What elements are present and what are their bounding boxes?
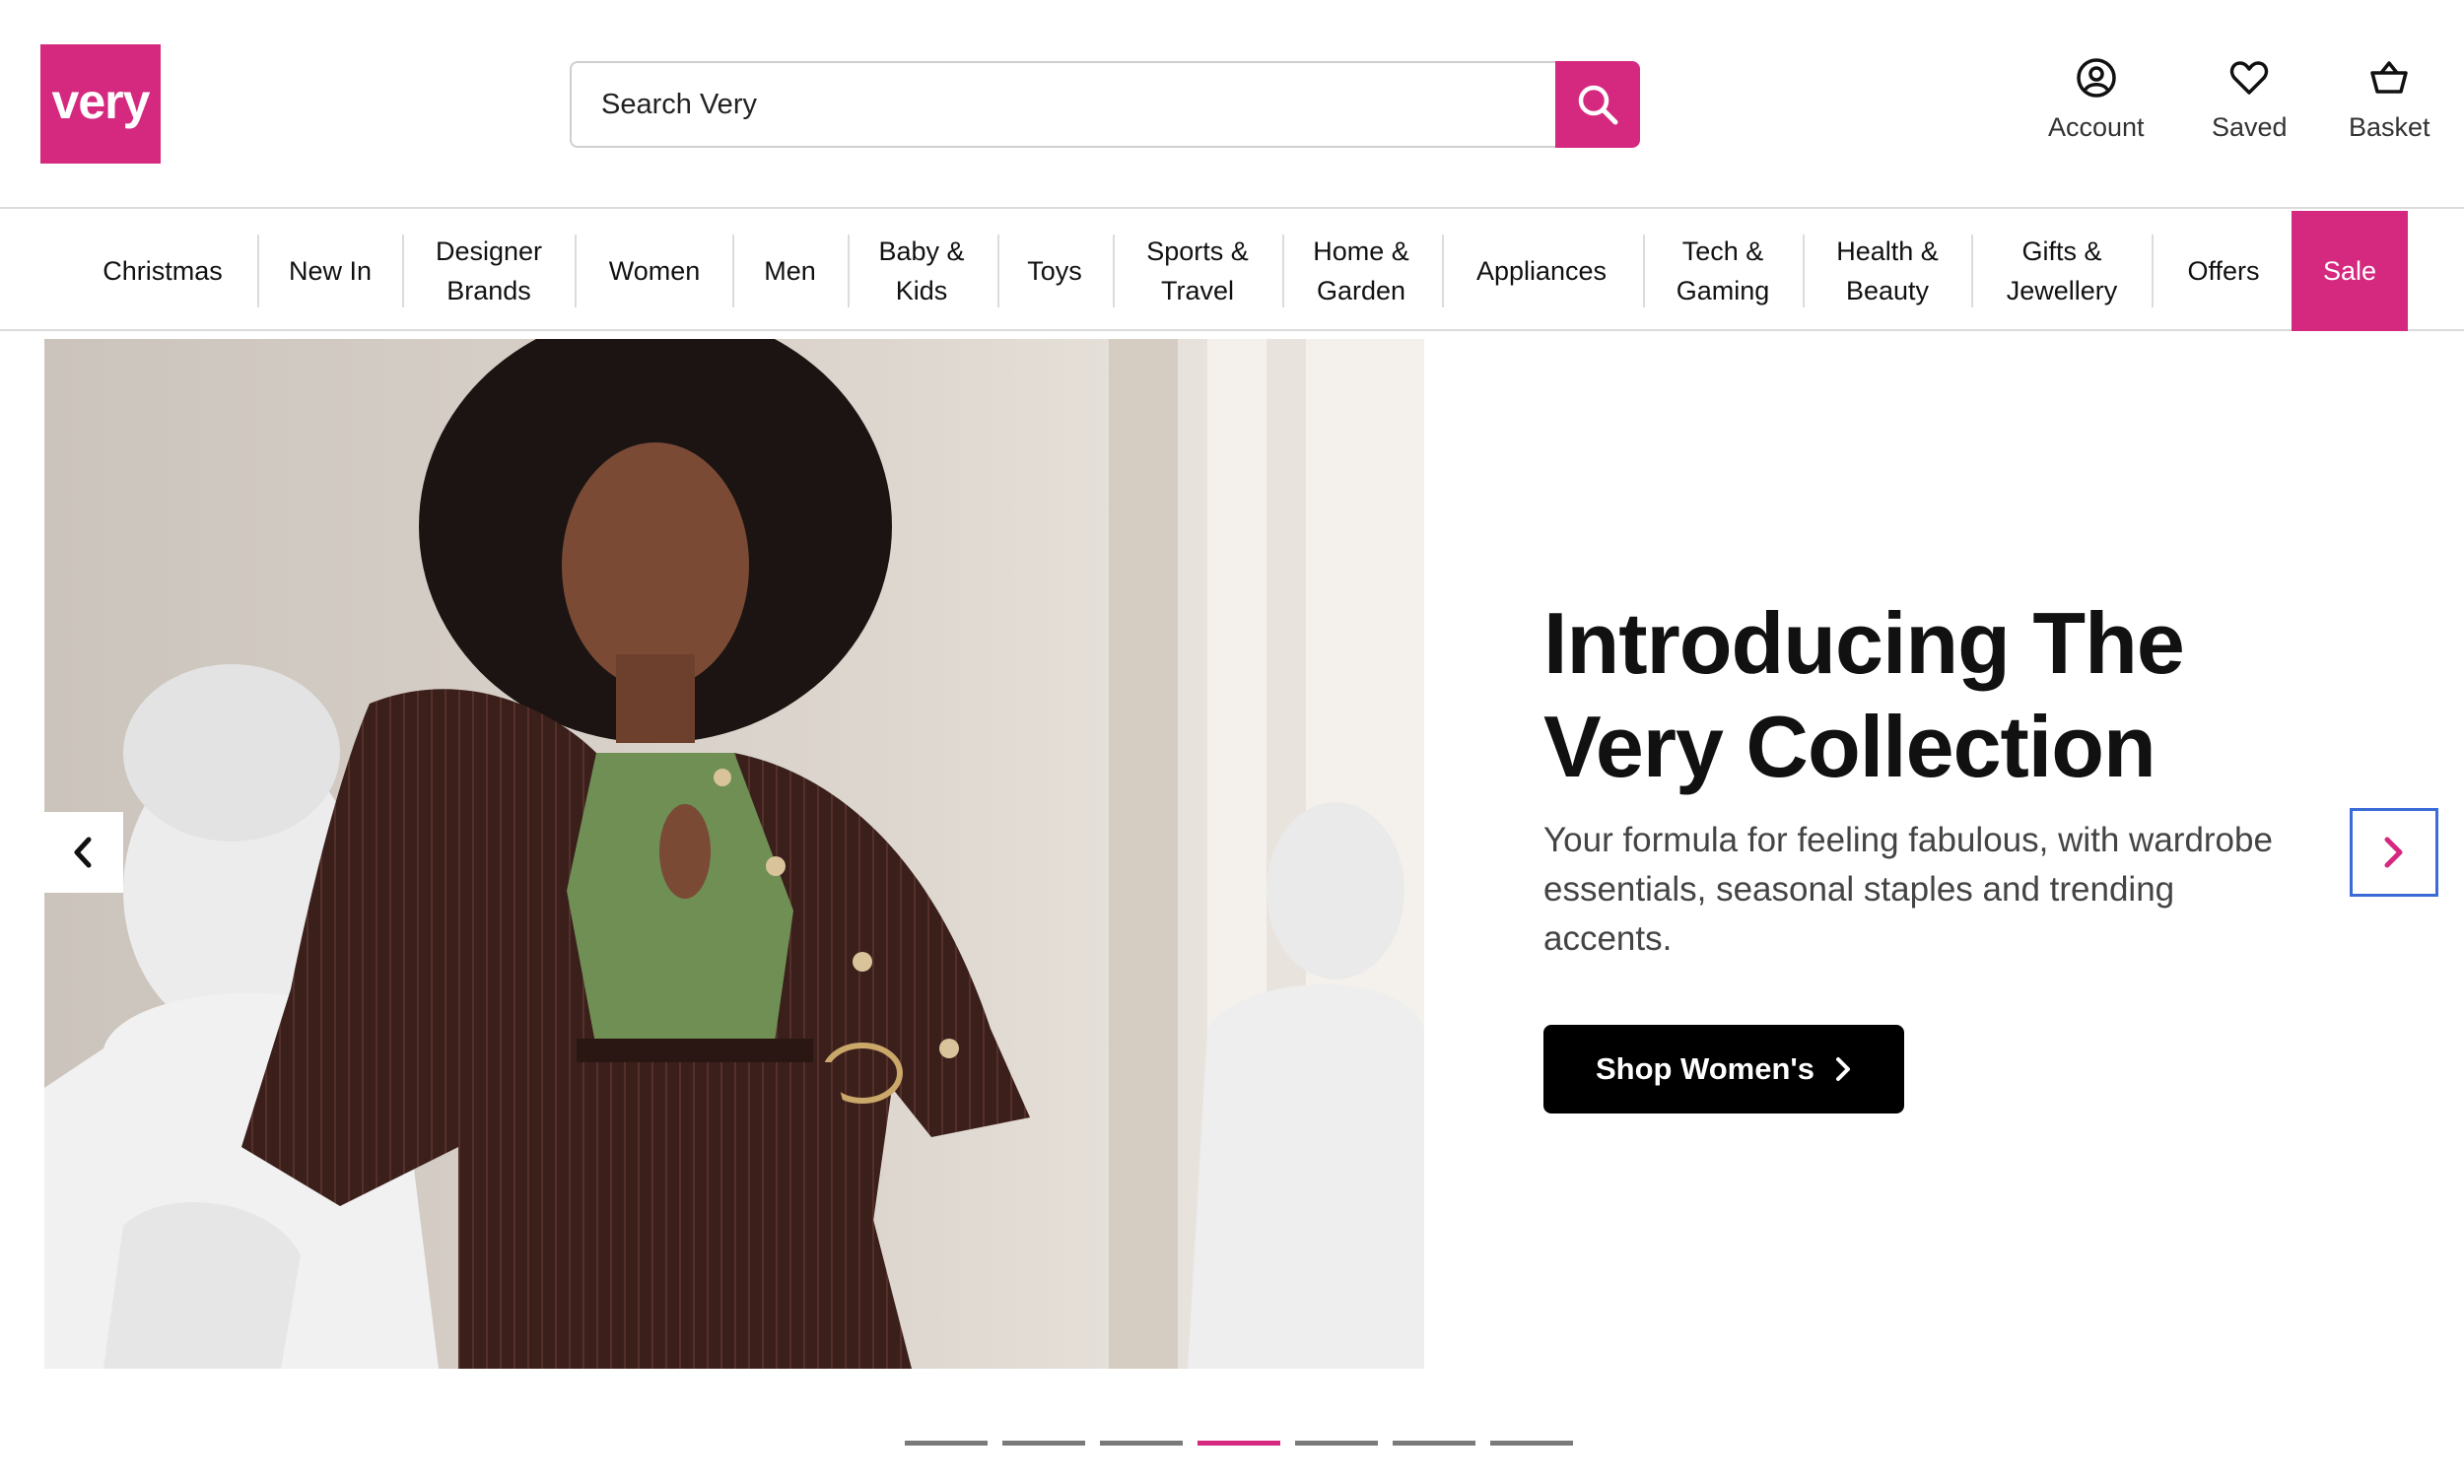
search-icon: [1578, 85, 1618, 125]
chevron-right-icon: [1836, 1057, 1851, 1081]
nav-divider: [257, 235, 259, 307]
carousel-next-button[interactable]: [2350, 808, 2438, 897]
cta-label: Shop Women's: [1595, 1051, 1815, 1086]
nav-item-sale[interactable]: Sale: [2292, 211, 2408, 331]
nav-item-home-garden[interactable]: Home & Garden: [1293, 211, 1429, 331]
search-input[interactable]: [570, 61, 1557, 148]
hero-subtext: Your formula for feeling fabulous, with …: [1543, 821, 2273, 958]
site-header: very Account Saved Basket: [0, 0, 2464, 209]
carousel-dot[interactable]: [1002, 1441, 1085, 1446]
basket-label: Basket: [2349, 112, 2430, 142]
nav-item-toys[interactable]: Toys: [1008, 211, 1101, 331]
carousel-dot[interactable]: [1100, 1441, 1183, 1446]
nav-item-men[interactable]: Men: [743, 211, 837, 331]
chevron-right-icon: [2384, 837, 2403, 868]
nav-item-women[interactable]: Women: [585, 211, 723, 331]
nav-item-sports-travel[interactable]: Sports & Travel: [1124, 211, 1271, 331]
nav-item-christmas[interactable]: Christmas: [79, 211, 246, 331]
hero-image: [44, 339, 1424, 1369]
nav-divider: [1113, 235, 1115, 307]
nav-divider: [848, 235, 850, 307]
carousel-dot[interactable]: [1295, 1441, 1378, 1446]
very-logo[interactable]: very: [40, 44, 161, 164]
nav-divider: [732, 235, 734, 307]
nav-divider: [1803, 235, 1805, 307]
saved-label: Saved: [2212, 112, 2288, 142]
carousel-dot[interactable]: [1393, 1441, 1475, 1446]
nav-divider: [997, 235, 999, 307]
carousel-dot[interactable]: [905, 1441, 988, 1446]
carousel-dot[interactable]: [1490, 1441, 1573, 1446]
basket-icon: [2370, 61, 2409, 94]
nav-item-health-beauty[interactable]: Health & Beauty: [1814, 211, 1961, 331]
search-bar: [570, 61, 1640, 148]
nav-divider: [1971, 235, 1973, 307]
nav-item-offers[interactable]: Offers: [2162, 211, 2285, 331]
nav-divider: [1282, 235, 1284, 307]
chevron-left-icon: [74, 837, 92, 868]
carousel-prev-button[interactable]: [44, 812, 123, 893]
nav-item-new-in[interactable]: New In: [268, 211, 392, 331]
nav-item-baby-kids[interactable]: Baby & Kids: [857, 211, 986, 331]
carousel-indicators: [905, 1441, 1573, 1446]
main-nav: Christmas New In Designer Brands Women M…: [0, 211, 2464, 331]
nav-item-appliances[interactable]: Appliances: [1453, 211, 1630, 331]
shop-womens-button[interactable]: Shop Women's: [1543, 1025, 1904, 1113]
search-button[interactable]: [1555, 61, 1640, 148]
nav-divider: [2152, 235, 2154, 307]
nav-divider: [575, 235, 577, 307]
account-icon: [2077, 58, 2116, 98]
heart-icon: [2230, 61, 2269, 95]
nav-divider: [1643, 235, 1645, 307]
basket-link[interactable]: Basket: [2349, 57, 2430, 143]
saved-link[interactable]: Saved: [2212, 57, 2288, 143]
nav-item-designer-brands[interactable]: Designer Brands: [412, 211, 566, 331]
account-label: Account: [2048, 112, 2145, 142]
nav-item-tech-gaming[interactable]: Tech & Gaming: [1654, 211, 1792, 331]
carousel-dot[interactable]: [1198, 1441, 1280, 1446]
nav-item-gifts-jewellery[interactable]: Gifts & Jewellery: [1982, 211, 2142, 331]
account-link[interactable]: Account: [2048, 57, 2145, 143]
hero-headline: Introducing The Very Collection: [1543, 594, 2185, 795]
nav-divider: [1442, 235, 1444, 307]
nav-divider: [402, 235, 404, 307]
